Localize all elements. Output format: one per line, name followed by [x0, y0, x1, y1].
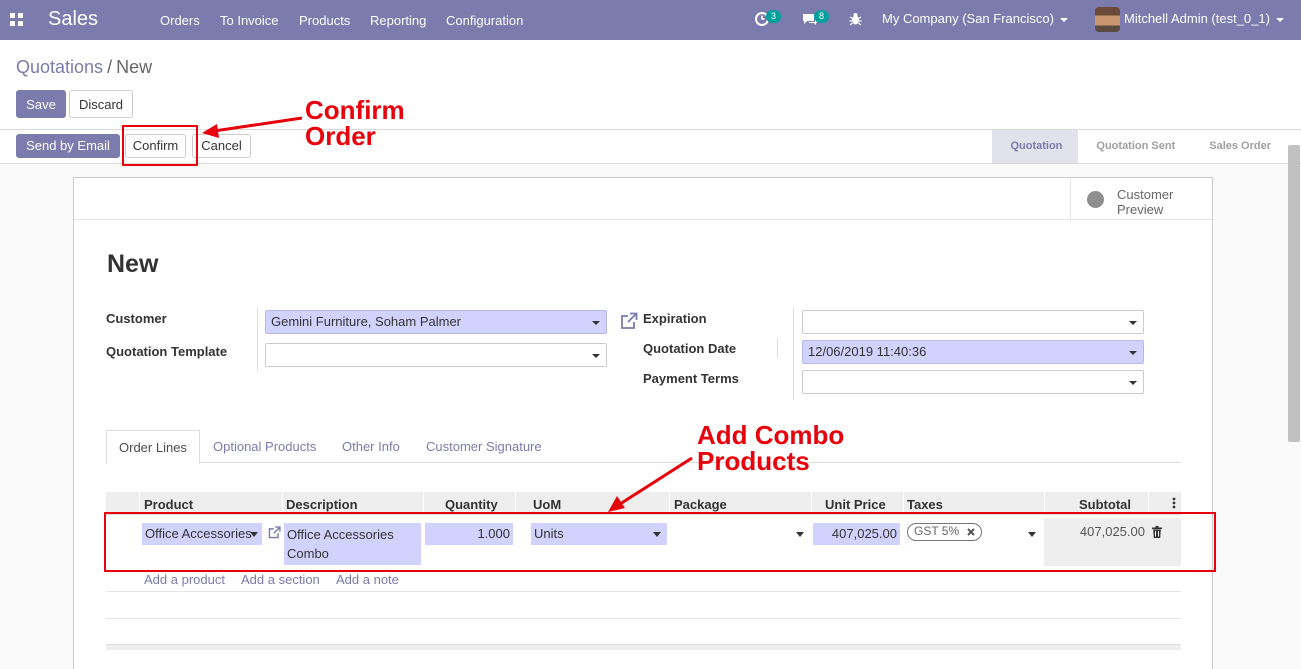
breadcrumb: Quotations / New	[16, 57, 152, 78]
divider	[106, 591, 1181, 592]
order-line-highlight-box	[104, 512, 1216, 572]
menu-to-invoice[interactable]: To Invoice	[220, 13, 279, 28]
column-divider	[811, 492, 812, 512]
divider	[106, 618, 1181, 619]
breadcrumb-current: New	[116, 57, 153, 77]
menu-products[interactable]: Products	[299, 13, 350, 28]
column-divider	[903, 492, 904, 512]
col-taxes[interactable]: Taxes	[907, 497, 943, 512]
quotation-date-value: 12/06/2019 11:40:36	[808, 344, 927, 359]
external-link-icon[interactable]	[620, 312, 638, 330]
tab-other-info[interactable]: Other Info	[342, 430, 400, 463]
chevron-down-icon	[592, 321, 600, 325]
optional-columns-icon[interactable]	[1172, 497, 1176, 509]
annotation-combo-line2: Products	[697, 446, 810, 476]
send-by-email-button[interactable]: Send by Email	[16, 134, 120, 158]
confirm-highlight-box	[122, 125, 198, 166]
breadcrumb-separator: /	[107, 57, 113, 77]
column-divider	[139, 492, 140, 512]
discard-button[interactable]: Discard	[69, 90, 133, 118]
tab-customer-signature[interactable]: Customer Signature	[426, 430, 542, 463]
column-divider	[515, 492, 516, 512]
menu-configuration[interactable]: Configuration	[446, 13, 523, 28]
payment-terms-label: Payment Terms	[643, 371, 739, 386]
column-divider	[423, 492, 424, 512]
company-name: My Company (San Francisco)	[882, 11, 1054, 26]
col-uom[interactable]: UoM	[533, 497, 561, 512]
annotation-combo-line1: Add Combo	[697, 420, 845, 450]
add-section-link[interactable]: Add a section	[241, 572, 320, 587]
arrow-icon	[608, 456, 693, 512]
messages-count-badge: 8	[814, 10, 829, 23]
save-button[interactable]: Save	[16, 90, 66, 118]
annotation-add-combo: Add Combo Products	[697, 422, 844, 474]
menu-reporting[interactable]: Reporting	[370, 13, 426, 28]
customer-preview-label: Customer Preview	[1117, 187, 1174, 217]
quotation-date-label: Quotation Date	[643, 341, 737, 356]
chevron-down-icon	[1275, 17, 1284, 22]
chevron-down-icon	[1129, 381, 1137, 385]
smart-button-box: Customer Preview	[74, 178, 1212, 220]
arrow-icon	[202, 116, 303, 138]
form-sheet: Customer Preview New Customer Quotation …	[73, 177, 1213, 669]
expiration-label: Expiration	[643, 311, 707, 326]
col-subtotal[interactable]: Subtotal	[1079, 497, 1131, 512]
add-note-link[interactable]: Add a note	[336, 572, 399, 587]
company-switcher[interactable]: My Company (San Francisco)	[882, 11, 1068, 26]
customer-value: Gemini Furniture, Soham Palmer	[271, 314, 462, 329]
field-divider	[777, 338, 778, 358]
chevron-down-icon	[1129, 351, 1137, 355]
payment-terms-field[interactable]	[802, 370, 1144, 394]
breadcrumb-quotations[interactable]: Quotations	[16, 57, 103, 77]
chevron-down-icon	[592, 354, 600, 358]
stage-quotation: Quotation	[992, 130, 1079, 163]
apps-menu-icon[interactable]	[10, 13, 24, 27]
add-product-link[interactable]: Add a product	[144, 572, 225, 587]
col-description[interactable]: Description	[286, 497, 358, 512]
stage-sales-order: Sales Order	[1209, 140, 1271, 152]
annotation-confirm-order: Confirm Order	[305, 97, 405, 149]
globe-icon	[1087, 191, 1104, 208]
column-divider	[1044, 492, 1045, 512]
customer-preview-button[interactable]: Customer Preview	[1070, 178, 1212, 220]
debug-bug-icon[interactable]	[849, 12, 862, 26]
top-navbar: Sales Orders To Invoice Products Reporti…	[0, 0, 1301, 40]
activity-count-badge: 3	[766, 10, 781, 23]
col-unit-price[interactable]: Unit Price	[825, 497, 886, 512]
tab-optional-products[interactable]: Optional Products	[213, 430, 316, 463]
user-menu[interactable]: Mitchell Admin (test_0_1)	[1124, 11, 1284, 26]
record-title: New	[107, 250, 159, 278]
control-panel: Quotations / New Save Discard	[0, 40, 1301, 130]
stage-pipeline: Quotation Quotation Sent Sales Order	[992, 130, 1287, 163]
col-quantity[interactable]: Quantity	[445, 497, 498, 512]
quotation-template-label: Quotation Template	[106, 344, 228, 359]
tab-order-lines[interactable]: Order Lines	[106, 430, 200, 464]
quotation-date-field[interactable]: 12/06/2019 11:40:36	[802, 340, 1144, 364]
annotation-confirm-line2: Order	[305, 121, 376, 151]
col-product[interactable]: Product	[144, 497, 193, 512]
avatar[interactable]	[1095, 7, 1120, 32]
app-name[interactable]: Sales	[48, 8, 98, 31]
quotation-template-field[interactable]	[265, 343, 607, 367]
column-divider	[1148, 492, 1149, 512]
user-name: Mitchell Admin (test_0_1)	[1124, 11, 1270, 26]
annotation-confirm-line1: Confirm	[305, 95, 405, 125]
table-footer	[106, 644, 1181, 650]
column-divider	[282, 492, 283, 512]
page-scrollbar[interactable]	[1288, 145, 1300, 442]
stage-quotation-sent: Quotation Sent	[1096, 140, 1176, 152]
chevron-down-icon	[1129, 321, 1137, 325]
menu-orders[interactable]: Orders	[160, 13, 200, 28]
expiration-field[interactable]	[802, 310, 1144, 334]
chevron-down-icon	[1059, 17, 1068, 22]
customer-label: Customer	[106, 311, 167, 326]
field-divider	[257, 308, 258, 371]
field-divider	[793, 308, 794, 400]
customer-field[interactable]: Gemini Furniture, Soham Palmer	[265, 310, 607, 334]
